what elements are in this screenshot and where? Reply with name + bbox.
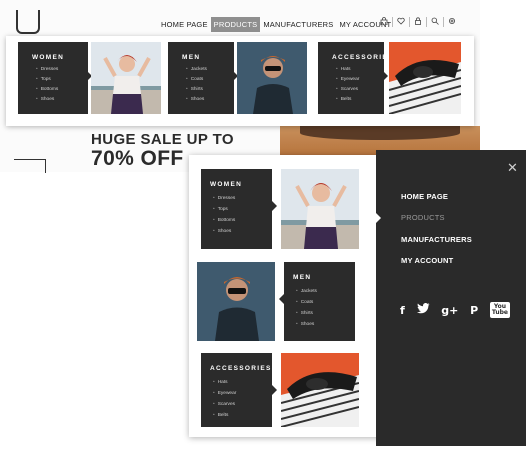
side-nav-my-account[interactable]: MY ACCOUNT [401,256,453,265]
hero-discount: 70% OFF [91,147,184,170]
products-mega-menu: WOMEN Dresses Tops Bottoms Shoes MEN Jac… [6,36,474,126]
category-title: WOMEN [32,54,65,61]
header-icons [376,17,460,27]
bag-icon[interactable] [376,17,393,27]
side-menu-drawer: ✕ HOME PAGE PRODUCTS MANUFACTURERS MY AC… [376,150,526,446]
nav-home-page[interactable]: HOME PAGE [158,17,211,32]
category-link[interactable]: Shirts [186,87,234,92]
category-link[interactable]: Eyewear [336,77,384,82]
side-nav-products[interactable]: PRODUCTS [401,213,445,222]
mobile-products-panel: WOMEN Dresses Tops Bottoms Shoes MEN J [189,155,384,437]
category-link[interactable]: Shoes [213,229,272,234]
category-link[interactable]: Dresses [36,67,88,72]
category-card-accessories[interactable]: ACCESSORIES Hats Eyewear Scarves Belts [318,42,394,114]
category-link[interactable]: Shoes [296,322,355,327]
category-card-men[interactable]: MEN Jackets Coats Shirts Shoes [279,262,355,341]
men-photo[interactable] [237,42,307,114]
decorative-bracket [14,159,46,173]
category-card-men[interactable]: MEN Jackets Coats Shirts Shoes [168,42,238,114]
lock-icon[interactable] [410,17,427,27]
category-link[interactable]: Eyewear [213,391,272,396]
category-link[interactable]: Bottoms [213,218,272,223]
gear-icon[interactable] [444,17,460,27]
category-link[interactable]: Coats [296,300,355,305]
category-card-accessories[interactable]: ACCESSORIES Hats Eyewear Scarves Belts [201,353,277,427]
category-link[interactable]: Scarves [213,402,272,407]
category-link[interactable]: Hats [336,67,384,72]
category-card-women[interactable]: WOMEN Dresses Tops Bottoms Shoes [18,42,92,114]
active-indicator [376,213,381,223]
category-link[interactable]: Belts [213,413,272,418]
category-link[interactable]: Belts [336,97,384,102]
side-nav-home-page[interactable]: HOME PAGE [401,192,448,201]
men-photo[interactable] [197,262,275,341]
nav-manufacturers[interactable]: MANUFACTURERS [260,17,336,32]
category-link[interactable]: Tops [213,207,272,212]
category-title: ACCESSORIES [332,54,394,61]
category-title: WOMEN [210,181,243,188]
facebook-icon[interactable]: f [400,304,405,317]
accessories-photo[interactable] [281,353,359,427]
category-link[interactable]: Jackets [186,67,234,72]
category-link[interactable]: Tops [36,77,88,82]
nav-products[interactable]: PRODUCTS [210,16,261,32]
logo[interactable] [16,10,40,34]
category-link[interactable]: Shoes [186,97,234,102]
category-link[interactable]: Bottoms [36,87,88,92]
category-link[interactable]: Coats [186,77,234,82]
search-icon[interactable] [427,17,444,27]
category-link[interactable]: Hats [213,380,272,385]
youtube-icon[interactable]: You Tube [489,302,510,318]
heart-icon[interactable] [393,17,410,27]
women-photo[interactable] [281,169,359,249]
category-link[interactable]: Jackets [296,289,355,294]
women-photo[interactable] [91,42,161,114]
twitter-icon[interactable] [416,303,430,317]
side-nav-manufacturers[interactable]: MANUFACTURERS [401,235,472,244]
category-link[interactable]: Dresses [213,196,272,201]
category-title: MEN [293,274,312,281]
category-title: ACCESSORIES [210,365,272,372]
accessories-photo[interactable] [389,42,461,114]
hero-headline: HUGE SALE UP TO [91,131,234,148]
social-links: f g+ P You Tube [400,302,510,318]
pinterest-icon[interactable]: P [470,304,478,317]
google-plus-icon[interactable]: g+ [441,304,458,317]
category-link[interactable]: Scarves [336,87,384,92]
category-link[interactable]: Shirts [296,311,355,316]
top-nav: HOME PAGE PRODUCTS MANUFACTURERS MY ACCO… [158,14,394,34]
category-title: MEN [182,54,201,61]
category-card-women[interactable]: WOMEN Dresses Tops Bottoms Shoes [201,169,277,249]
category-link[interactable]: Shoes [36,97,88,102]
close-icon[interactable]: ✕ [507,161,518,174]
